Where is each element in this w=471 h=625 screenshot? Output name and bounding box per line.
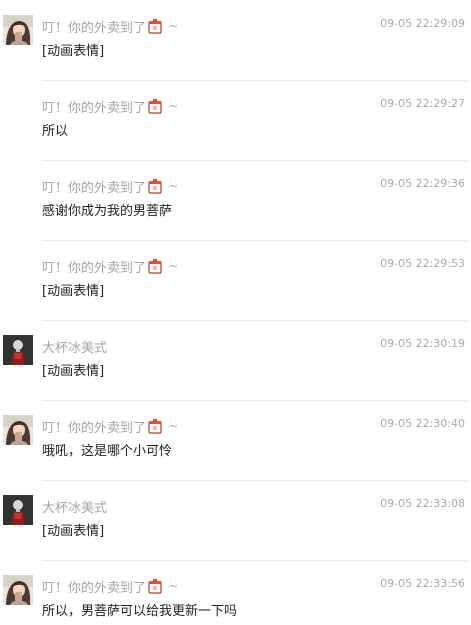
sender-name-text: 叮！你的外卖到了	[42, 100, 147, 116]
sender-name-suffix: ~	[168, 179, 179, 193]
message-timestamp: 09-05 22:29:09	[380, 17, 465, 30]
message-text[interactable]: [动画表情]	[42, 280, 104, 299]
message-divider	[42, 80, 467, 81]
avatar[interactable]	[3, 415, 33, 445]
message-timestamp: 09-05 22:30:19	[380, 337, 465, 350]
sender-name: 叮！你的外卖到了 ~	[42, 256, 178, 276]
sender-name-suffix: ~	[168, 99, 179, 113]
dark-figure-avatar-icon	[3, 495, 33, 525]
message-text[interactable]: [动画表情]	[42, 520, 104, 539]
message-item: 叮！你的外卖到了 ~ 09-05 22:30:40 哦吼，这是哪个小可怜	[0, 400, 471, 480]
message-item: 大杯冰美式 09-05 22:30:19 [动画表情]	[0, 320, 471, 400]
message-timestamp: 09-05 22:30:40	[380, 417, 465, 430]
sender-name-text: 大杯冰美式	[42, 340, 108, 356]
sender-name-suffix: ~	[168, 19, 179, 33]
message-text[interactable]: 感谢你成为我的男菩萨	[42, 200, 172, 219]
avatar[interactable]	[3, 15, 33, 45]
sender-name: 叮！你的外卖到了 ~	[42, 96, 178, 116]
sender-name-text: 叮！你的外卖到了	[42, 180, 147, 196]
sender-name-text: 叮！你的外卖到了	[42, 20, 147, 36]
message-item: 叮！你的外卖到了 ~ 09-05 22:29:09 [动画表情]	[0, 0, 471, 80]
sender-name-suffix: ~	[168, 419, 179, 433]
avatar[interactable]	[3, 495, 33, 525]
sender-name: 叮！你的外卖到了 ~	[42, 416, 178, 436]
sender-name: 叮！你的外卖到了 ~	[42, 576, 178, 596]
message-divider	[42, 160, 467, 161]
message-text[interactable]: 所以	[42, 120, 68, 139]
sender-name-suffix: ~	[168, 579, 179, 593]
message-text[interactable]: 所以，男菩萨可以给我更新一下吗	[42, 600, 237, 619]
message-item: 叮！你的外卖到了 ~ 09-05 22:29:27 所以	[0, 80, 471, 160]
message-text[interactable]: [动画表情]	[42, 360, 104, 379]
sender-name-text: 叮！你的外卖到了	[42, 580, 147, 596]
message-item: 大杯冰美式 09-05 22:33:08 [动画表情]	[0, 480, 471, 560]
message-item: 叮！你的外卖到了 ~ 09-05 22:33:56 所以，男菩萨可以给我更新一下…	[0, 560, 471, 625]
message-item: 叮！你的外卖到了 ~ 09-05 22:29:36 感谢你成为我的男菩萨	[0, 160, 471, 240]
message-divider	[42, 480, 467, 481]
chat-history-list: 叮！你的外卖到了 ~ 09-05 22:29:09 [动画表情] 叮！你的外卖到…	[0, 0, 471, 625]
takeout-box-emoji-icon	[147, 578, 163, 594]
message-divider	[42, 320, 467, 321]
sender-name: 大杯冰美式	[42, 496, 107, 516]
sender-name: 叮！你的外卖到了 ~	[42, 16, 178, 36]
sender-name-text: 大杯冰美式	[42, 500, 108, 516]
sender-name: 大杯冰美式	[42, 336, 107, 356]
message-timestamp: 09-05 22:33:56	[380, 577, 465, 590]
sender-name-text: 叮！你的外卖到了	[42, 260, 147, 276]
avatar[interactable]	[3, 575, 33, 605]
girl-portrait-avatar-icon	[3, 15, 33, 45]
message-timestamp: 09-05 22:29:53	[380, 257, 465, 270]
sender-name-suffix: ~	[168, 259, 179, 273]
message-text[interactable]: 哦吼，这是哪个小可怜	[42, 440, 172, 459]
sender-name-text: 叮！你的外卖到了	[42, 420, 147, 436]
takeout-box-emoji-icon	[147, 98, 163, 114]
message-divider	[42, 240, 467, 241]
dark-figure-avatar-icon	[3, 335, 33, 365]
girl-portrait-avatar-icon	[3, 575, 33, 605]
girl-portrait-avatar-icon	[3, 415, 33, 445]
sender-name: 叮！你的外卖到了 ~	[42, 176, 178, 196]
takeout-box-emoji-icon	[147, 258, 163, 274]
avatar[interactable]	[3, 335, 33, 365]
message-divider	[42, 400, 467, 401]
takeout-box-emoji-icon	[147, 18, 163, 34]
message-timestamp: 09-05 22:33:08	[380, 497, 465, 510]
message-timestamp: 09-05 22:29:36	[380, 177, 465, 190]
message-divider	[42, 560, 467, 561]
message-timestamp: 09-05 22:29:27	[380, 97, 465, 110]
takeout-box-emoji-icon	[147, 418, 163, 434]
takeout-box-emoji-icon	[147, 178, 163, 194]
message-text[interactable]: [动画表情]	[42, 40, 104, 59]
message-item: 叮！你的外卖到了 ~ 09-05 22:29:53 [动画表情]	[0, 240, 471, 320]
